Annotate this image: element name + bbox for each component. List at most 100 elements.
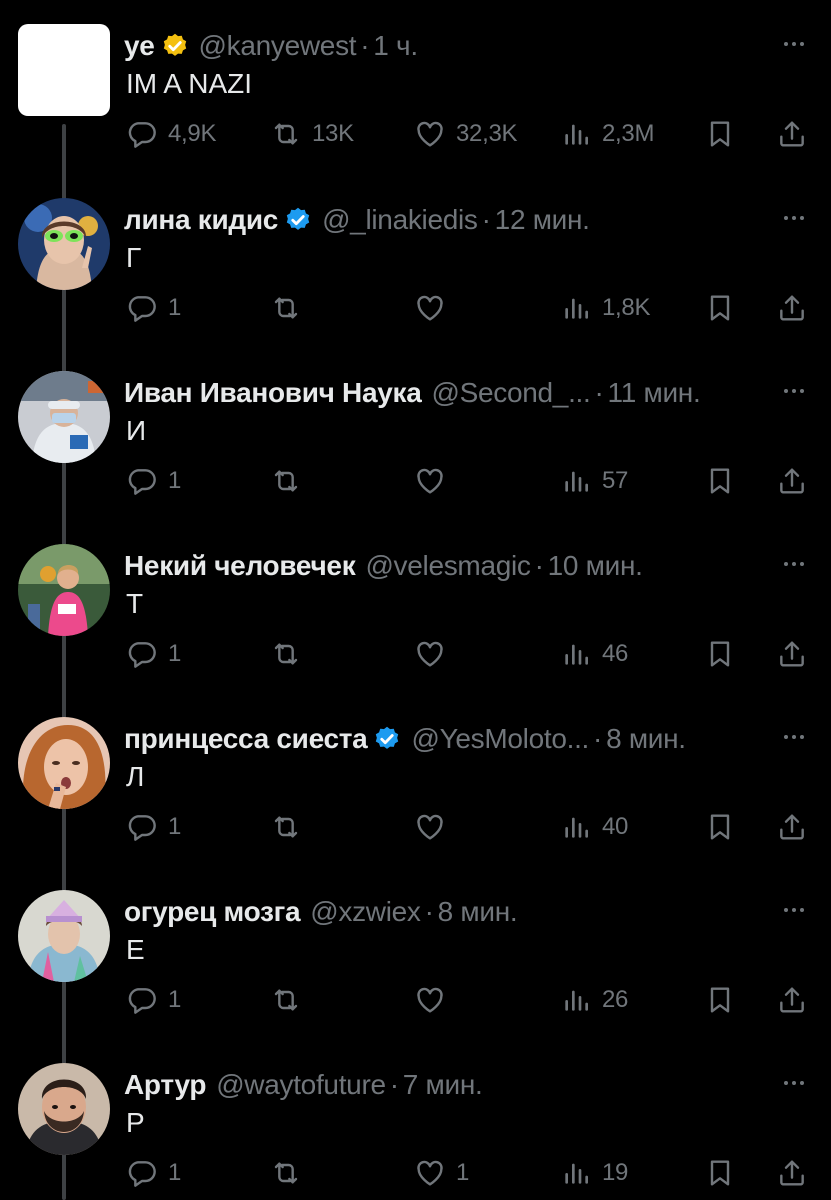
- user-handle[interactable]: @Second_...: [432, 377, 591, 409]
- bookmark-button[interactable]: [704, 463, 736, 499]
- avatar[interactable]: [18, 198, 110, 290]
- tweet[interactable]: Артур @waytofuture · 7 мин. Р 1 1 19: [0, 1063, 831, 1200]
- bookmark-button[interactable]: [704, 116, 736, 152]
- views-button[interactable]: 57: [560, 463, 628, 499]
- timestamp[interactable]: 10 мин.: [548, 550, 643, 582]
- tweet[interactable]: лина кидис @_linakiedis · 12 мин. Г 1 1,…: [0, 198, 831, 371]
- share-button[interactable]: [776, 290, 808, 326]
- views-button[interactable]: 26: [560, 982, 628, 1018]
- reply-button[interactable]: 1: [126, 809, 181, 845]
- more-options-icon[interactable]: [779, 1073, 809, 1093]
- bookmark-icon: [704, 638, 736, 670]
- user-handle[interactable]: @_linakiedis: [322, 204, 478, 236]
- user-handle[interactable]: @waytofuture: [216, 1069, 386, 1101]
- share-icon: [776, 1157, 808, 1189]
- reply-button[interactable]: 1: [126, 636, 181, 672]
- retweet-button[interactable]: [270, 290, 312, 326]
- avatar[interactable]: [18, 24, 110, 116]
- reply-button[interactable]: 1: [126, 463, 181, 499]
- like-button[interactable]: [414, 636, 456, 672]
- view-count: 26: [602, 986, 629, 1013]
- bookmark-button[interactable]: [704, 1155, 736, 1191]
- timestamp[interactable]: 1 ч.: [373, 30, 418, 62]
- retweet-button[interactable]: [270, 463, 312, 499]
- bookmark-button[interactable]: [704, 290, 736, 326]
- bookmark-button[interactable]: [704, 809, 736, 845]
- share-button[interactable]: [776, 116, 808, 152]
- tweet[interactable]: Некий человечек @velesmagic · 10 мин. Т …: [0, 544, 831, 717]
- share-button[interactable]: [776, 636, 808, 672]
- timestamp[interactable]: 8 мин.: [438, 896, 518, 928]
- view-count: 46: [602, 640, 629, 667]
- share-button[interactable]: [776, 982, 808, 1018]
- avatar[interactable]: [18, 544, 110, 636]
- more-options-icon[interactable]: [779, 554, 809, 574]
- user-handle[interactable]: @kanyewest: [199, 30, 357, 62]
- like-button[interactable]: 1: [414, 1155, 469, 1191]
- like-button[interactable]: [414, 463, 456, 499]
- timestamp[interactable]: 8 мин.: [606, 723, 686, 755]
- like-button[interactable]: 32,3K: [414, 116, 518, 152]
- display-name[interactable]: Иван Иванович Наука: [124, 377, 422, 409]
- more-options-icon[interactable]: [779, 900, 809, 920]
- avatar[interactable]: [18, 717, 110, 809]
- tweet[interactable]: огурец мозга @xzwiex · 8 мин. Е 1 26: [0, 890, 831, 1063]
- display-name[interactable]: Некий человечек: [124, 550, 356, 582]
- more-options-icon[interactable]: [779, 208, 809, 228]
- share-button[interactable]: [776, 1155, 808, 1191]
- like-button[interactable]: [414, 982, 456, 1018]
- tweet-actions: 1 40: [0, 809, 831, 845]
- display-name[interactable]: ye: [124, 30, 155, 62]
- display-name[interactable]: принцесса сиеста: [124, 723, 368, 755]
- views-button[interactable]: 40: [560, 809, 628, 845]
- reply-count: 1: [168, 640, 182, 667]
- views-button[interactable]: 1,8K: [560, 290, 650, 326]
- like-button[interactable]: [414, 290, 456, 326]
- reply-button[interactable]: 1: [126, 982, 181, 1018]
- views-button[interactable]: 19: [560, 1155, 628, 1191]
- avatar[interactable]: [18, 371, 110, 463]
- retweet-button[interactable]: 13K: [270, 116, 354, 152]
- more-options-icon[interactable]: [779, 727, 809, 747]
- bookmark-icon: [704, 811, 736, 843]
- tweet[interactable]: Иван Иванович Наука @Second_... · 11 мин…: [0, 371, 831, 544]
- share-button[interactable]: [776, 809, 808, 845]
- tweet[interactable]: ye @kanyewest · 1 ч. IM A NAZI 4,9K 13K …: [0, 24, 831, 197]
- verified-badge-icon: [161, 32, 189, 60]
- reply-button[interactable]: 1: [126, 1155, 181, 1191]
- like-count: 1: [456, 1159, 470, 1186]
- tweet-header: принцесса сиеста @YesMoloto... · 8 мин.: [124, 721, 771, 757]
- bookmark-button[interactable]: [704, 636, 736, 672]
- user-handle[interactable]: @YesMoloto...: [411, 723, 589, 755]
- like-button[interactable]: [414, 809, 456, 845]
- bookmark-button[interactable]: [704, 982, 736, 1018]
- retweet-button[interactable]: [270, 809, 312, 845]
- retweet-icon: [270, 465, 302, 497]
- more-options-icon[interactable]: [779, 381, 809, 401]
- views-button[interactable]: 2,3M: [560, 116, 654, 152]
- heart-icon: [414, 118, 446, 150]
- retweet-icon: [270, 118, 302, 150]
- reply-button[interactable]: 1: [126, 290, 181, 326]
- timestamp[interactable]: 7 мин.: [403, 1069, 483, 1101]
- user-handle[interactable]: @xzwiex: [310, 896, 421, 928]
- timestamp[interactable]: 11 мин.: [608, 377, 701, 409]
- views-button[interactable]: 46: [560, 636, 628, 672]
- tweet-header: ye @kanyewest · 1 ч.: [124, 28, 771, 64]
- more-options-icon[interactable]: [779, 34, 809, 54]
- timestamp[interactable]: 12 мин.: [495, 204, 590, 236]
- retweet-button[interactable]: [270, 636, 312, 672]
- share-button[interactable]: [776, 463, 808, 499]
- separator-dot: ·: [481, 204, 491, 235]
- retweet-button[interactable]: [270, 982, 312, 1018]
- tweet[interactable]: принцесса сиеста @YesMoloto... · 8 мин. …: [0, 717, 831, 890]
- retweet-button[interactable]: [270, 1155, 312, 1191]
- display-name[interactable]: лина кидис: [124, 204, 278, 236]
- avatar[interactable]: [18, 1063, 110, 1155]
- user-handle[interactable]: @velesmagic: [365, 550, 530, 582]
- display-name[interactable]: огурец мозга: [124, 896, 301, 928]
- reply-button[interactable]: 4,9K: [126, 116, 216, 152]
- avatar[interactable]: [18, 890, 110, 982]
- display-name[interactable]: Артур: [124, 1069, 206, 1101]
- separator-dot: ·: [534, 550, 544, 581]
